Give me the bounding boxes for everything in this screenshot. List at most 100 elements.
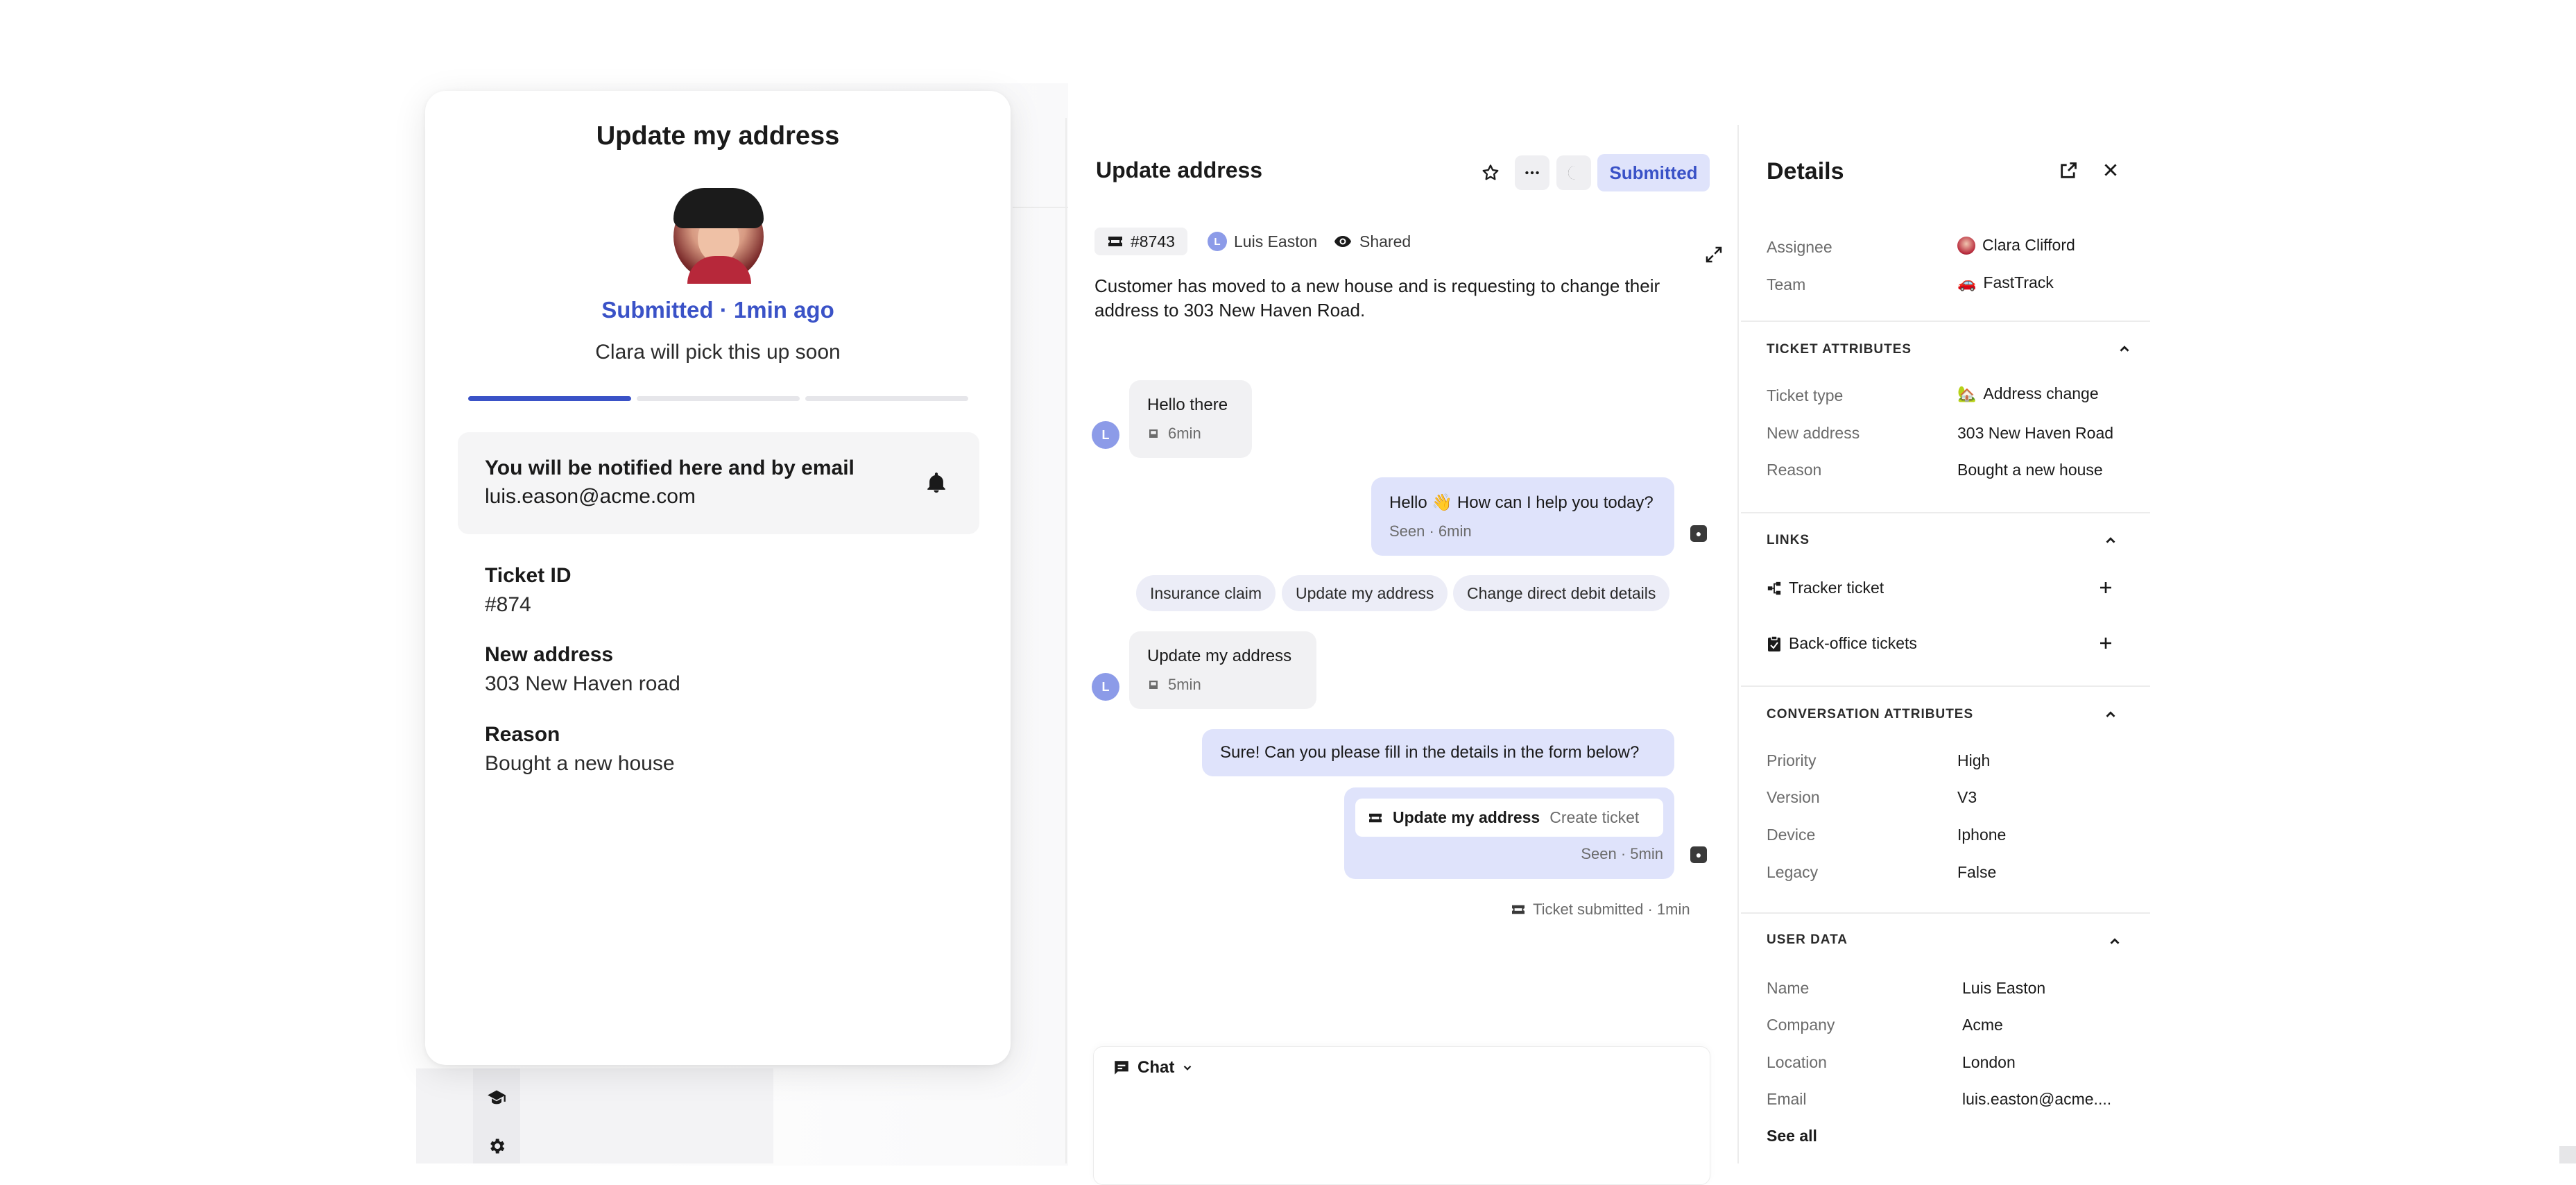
message-text: Hello 👋 How can I help you today?	[1389, 493, 1654, 512]
message-meta: 6min	[1147, 425, 1234, 443]
section-divider	[1741, 685, 2150, 687]
ticket-number: #8743	[1131, 232, 1175, 250]
assignee-name: Clara Clifford	[1982, 236, 2075, 254]
chevron-up-icon[interactable]	[2117, 341, 2133, 358]
user-value[interactable]: London	[1962, 1053, 2016, 1072]
resize-corner	[2559, 1146, 2576, 1163]
ticket-status: Submitted · 1min ago	[601, 297, 834, 323]
attr-value[interactable]: V3	[1957, 788, 1977, 807]
attr-value[interactable]: Bought a new house	[1957, 461, 2103, 479]
user-value[interactable]: Luis Easton	[1962, 979, 2045, 998]
section-divider	[1741, 321, 2150, 322]
graduation-cap-icon[interactable]	[486, 1088, 508, 1110]
user-key: Email	[1767, 1090, 1807, 1108]
section-ticket-attributes[interactable]: TICKET ATTRIBUTES	[1767, 342, 1912, 357]
add-back-office-button[interactable]	[2092, 629, 2120, 657]
divider	[1065, 118, 1067, 1163]
chevron-down-icon	[1184, 1065, 1192, 1071]
link-back-office-tickets[interactable]: Back-office tickets	[1767, 634, 1917, 653]
snooze-button[interactable]	[1556, 155, 1591, 190]
section-divider	[1741, 512, 2150, 513]
chevron-up-icon[interactable]	[2107, 934, 2124, 950]
visibility-label: Shared	[1359, 232, 1411, 250]
message-time: Seen · 6min	[1389, 522, 1472, 540]
attr-value[interactable]: 🏡 Address change	[1957, 384, 2099, 403]
section-divider	[1741, 912, 2150, 914]
customer-badge[interactable]: L Luis Easton	[1208, 228, 1317, 255]
message-meta: 5min	[1147, 676, 1298, 694]
external-link-icon[interactable]	[2059, 161, 2079, 182]
expand-icon[interactable]	[1703, 244, 1724, 265]
attr-key: Version	[1767, 788, 1820, 806]
attr-value[interactable]: 303 New Haven Road	[1957, 424, 2113, 443]
ticket-status-button[interactable]: Submitted	[1597, 154, 1710, 191]
messenger-ticket-card: Update my address Submitted · 1min ago C…	[425, 91, 1011, 1065]
star-button[interactable]	[1473, 155, 1508, 190]
user-key: Name	[1767, 979, 1810, 997]
gear-icon[interactable]	[486, 1136, 508, 1159]
composer-mode-dropdown[interactable]: Chat	[1113, 1058, 1194, 1077]
user-value[interactable]: Acme	[1962, 1016, 2003, 1034]
divider	[1013, 207, 1068, 208]
attr-value[interactable]: Iphone	[1957, 826, 2006, 844]
ticket-substatus: Clara will pick this up soon	[595, 341, 841, 364]
eye-icon	[1334, 236, 1351, 247]
more-button[interactable]	[1515, 155, 1549, 190]
customer-avatar: L	[1092, 673, 1119, 701]
more-icon	[1525, 171, 1539, 175]
message-time: 5min	[1168, 676, 1201, 693]
user-value[interactable]: luis.easton@acme....	[1962, 1090, 2111, 1109]
ticket-form-bubble: Update my address Create ticket Seen · 5…	[1344, 787, 1674, 879]
progress-step-1	[468, 396, 631, 401]
ticket-description: Customer has moved to a new house and is…	[1094, 275, 1660, 321]
details-divider	[1737, 125, 1739, 1163]
attr-value[interactable]: High	[1957, 751, 1990, 770]
ticket-icon	[1108, 237, 1122, 246]
details-title: Details	[1767, 158, 1844, 185]
link-label: Tracker ticket	[1789, 579, 1884, 597]
customer-avatar: L	[1208, 232, 1227, 251]
section-conversation-attributes[interactable]: CONVERSATION ATTRIBUTES	[1767, 707, 1973, 722]
card-title: Update my address	[596, 121, 840, 151]
message-time: 6min	[1168, 425, 1201, 442]
quick-reply-chip[interactable]: Insurance claim	[1136, 575, 1276, 611]
add-tracker-button[interactable]	[2092, 574, 2120, 602]
message-bubble: Hello there 6min	[1129, 380, 1252, 458]
progress-step-2	[637, 396, 800, 401]
assignee-value[interactable]: Clara Clifford	[1957, 236, 2075, 255]
customer-avatar: L	[1092, 421, 1119, 449]
create-ticket-link[interactable]: Create ticket	[1549, 808, 1639, 827]
inbox-icon	[1149, 681, 1158, 689]
user-key: Location	[1767, 1053, 1827, 1071]
attr-value[interactable]: False	[1957, 863, 1996, 882]
assignee-label: Assignee	[1767, 238, 1832, 256]
car-icon: 🚗	[1957, 273, 1977, 291]
bot-icon: ●	[1690, 525, 1707, 542]
attr-key: Legacy	[1767, 863, 1819, 881]
quick-reply-chip[interactable]: Change direct debit details	[1453, 575, 1670, 611]
message-time: Seen · 5min	[1581, 845, 1663, 862]
link-tracker-ticket[interactable]: Tracker ticket	[1767, 579, 1884, 597]
ticket-number-badge[interactable]: #8743	[1094, 228, 1187, 255]
ticket-form-card[interactable]: Update my address Create ticket	[1355, 799, 1663, 837]
plus-icon	[2100, 638, 2111, 649]
bell-icon[interactable]	[925, 471, 948, 495]
customer-name: Luis Easton	[1234, 232, 1318, 250]
progress-step-3	[805, 396, 968, 401]
inbox-list-background	[416, 1068, 773, 1163]
team-value[interactable]: 🚗 FastTrack	[1957, 273, 2054, 292]
section-user-data[interactable]: USER DATA	[1767, 932, 1848, 948]
section-links[interactable]: LINKS	[1767, 533, 1810, 548]
visibility-badge[interactable]: Shared	[1333, 228, 1411, 255]
tracker-icon	[1767, 581, 1781, 595]
quick-reply-chip[interactable]: Update my address	[1282, 575, 1448, 611]
chevron-up-icon[interactable]	[2103, 707, 2120, 724]
system-event: Ticket submitted · 1min	[1511, 901, 1690, 919]
field-value-ticket-id: #874	[485, 593, 531, 616]
chevron-up-icon[interactable]	[2103, 533, 2120, 549]
attr-key: Ticket type	[1767, 386, 1844, 404]
field-value-new-address: 303 New Haven road	[485, 672, 680, 695]
notification-title: You will be notified here and by email	[485, 457, 855, 479]
see-all-link[interactable]: See all	[1767, 1127, 1817, 1145]
close-icon[interactable]	[2102, 161, 2122, 182]
